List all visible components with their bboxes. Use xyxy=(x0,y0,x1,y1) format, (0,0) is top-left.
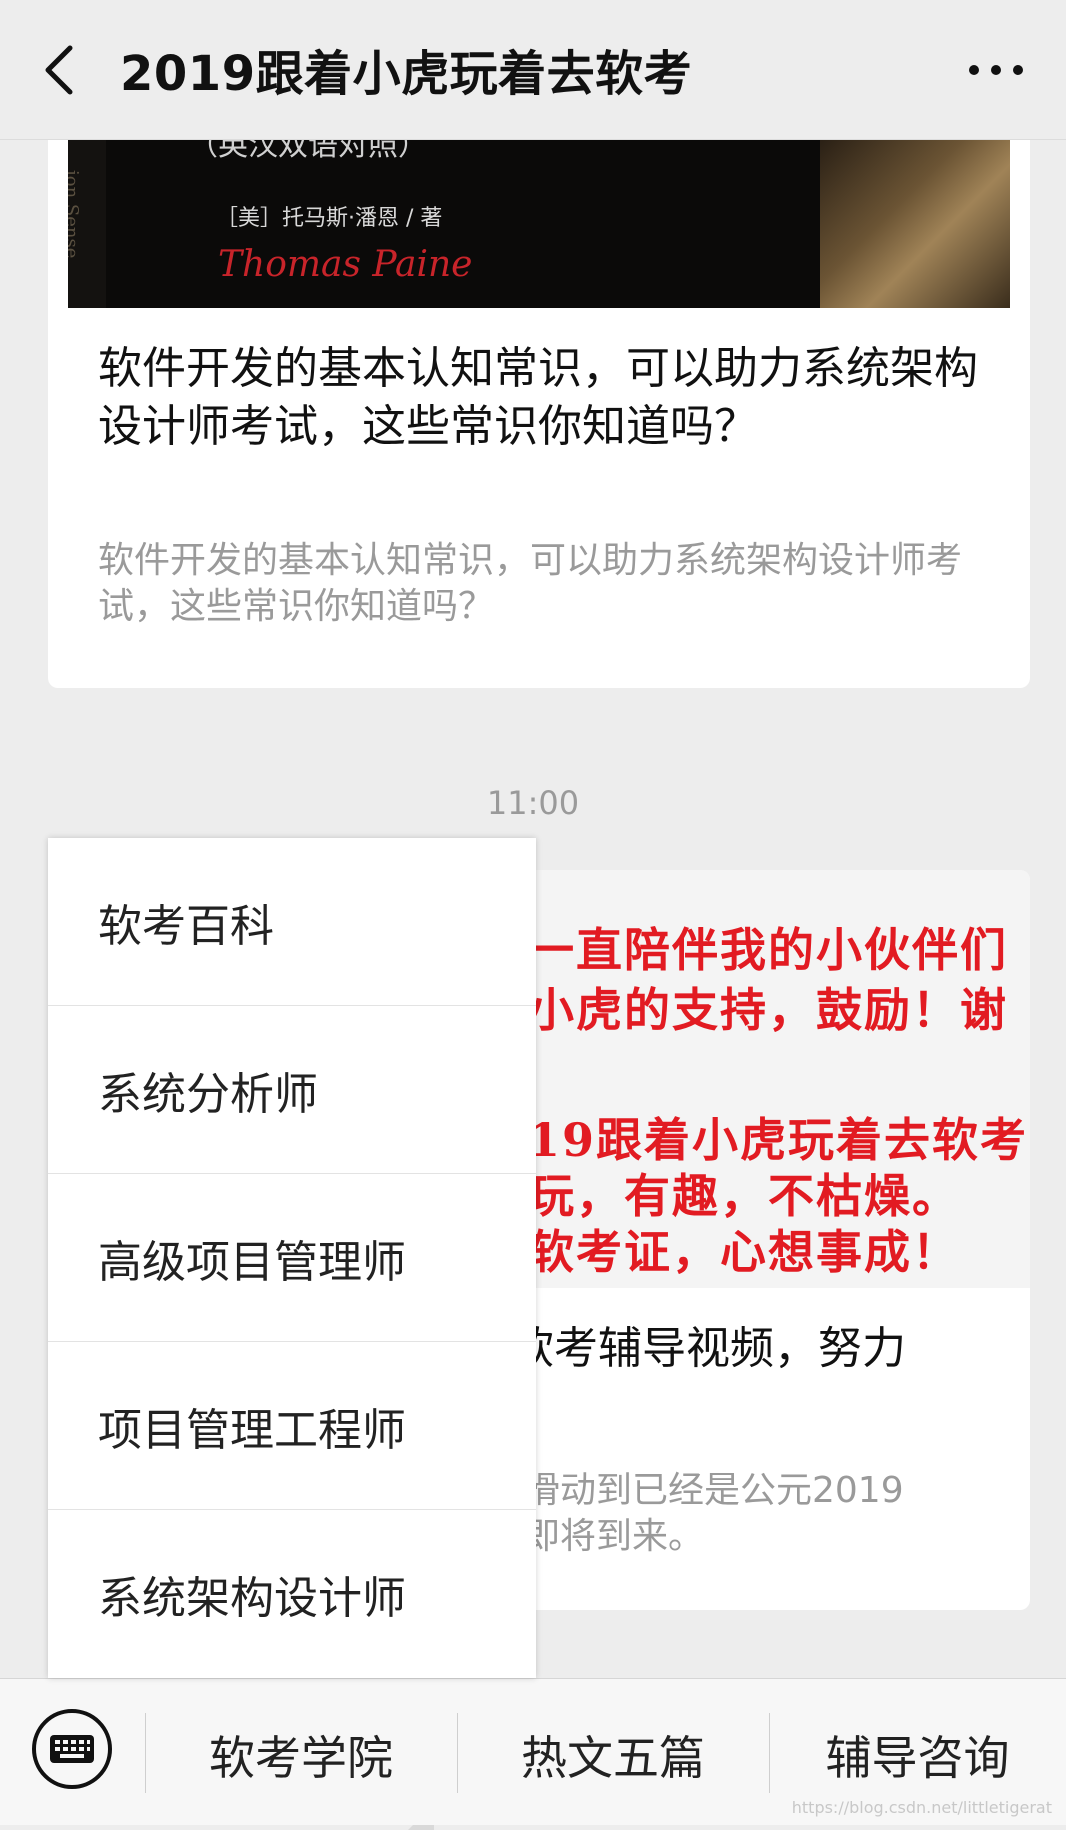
book-spine-text: ion Sense xyxy=(68,170,82,259)
more-horizontal-icon xyxy=(969,65,1023,75)
cover-text-line: 软考证，心想事成！ xyxy=(528,1225,960,1279)
submenu-item[interactable]: 项目管理工程师 xyxy=(48,1342,536,1510)
article-cover-image: ion Sense （英汉双语对照） ［美］托马斯·潘恩 / 著 Thomas … xyxy=(68,140,1010,308)
page-title: 2019跟着小虎玩着去软考 xyxy=(120,46,693,102)
back-button[interactable] xyxy=(40,40,80,100)
article-title: 软考辅导视频，努力 xyxy=(510,1323,906,1374)
submenu-popup: 软考百科 系统分析师 高级项目管理师 项目管理工程师 系统架构设计师 xyxy=(48,838,536,1678)
article-digest: 软件开发的基本认知常识，可以助力系统架构设计师考试，这些常识你知道吗？ xyxy=(98,540,963,627)
chevron-left-icon xyxy=(45,45,73,95)
message-timestamp: 11:00 xyxy=(486,784,580,822)
book-subtitle: （英汉双语对照） xyxy=(188,140,428,163)
statue-image xyxy=(820,140,1010,308)
article-card[interactable]: ion Sense （英汉双语对照） ［美］托马斯·潘恩 / 著 Thomas … xyxy=(48,140,1030,688)
bottom-menu-bar: 软考学院 热文五篇 辅导咨询 https://blog.csdn.net/lit… xyxy=(0,1678,1066,1825)
watermark: https://blog.csdn.net/littletigerat xyxy=(791,1798,1052,1817)
article-digest: 滑动到已经是公元2019 xyxy=(524,1470,904,1511)
menu-button[interactable]: 辅导咨询 xyxy=(769,1715,1066,1795)
submenu-item[interactable]: 高级项目管理师 xyxy=(48,1174,536,1342)
article-digest: 即将到来。 xyxy=(524,1516,705,1557)
navigation-bar: 2019跟着小虎玩着去软考 xyxy=(0,0,1066,140)
cover-text-line: 小虎的支持，鼓励！谢 xyxy=(528,983,1008,1037)
more-options-button[interactable] xyxy=(966,50,1026,90)
submenu-item[interactable]: 软考百科 xyxy=(48,838,536,1006)
book-author: ［美］托马斯·潘恩 / 著 xyxy=(216,206,443,231)
book-signature: Thomas Paine xyxy=(218,244,473,285)
cover-text-line: 一直陪伴我的小伙伴们 xyxy=(528,923,1008,977)
menu-button[interactable]: 软考学院 xyxy=(145,1715,457,1795)
article-title: 软件开发的基本认知常识，可以助力系统架构设计师考试，这些常识你知道吗？ xyxy=(98,343,978,452)
submenu-item[interactable]: 系统分析师 xyxy=(48,1006,536,1174)
submenu-item[interactable]: 系统架构设计师 xyxy=(48,1510,536,1678)
keyboard-icon xyxy=(50,1735,94,1763)
menu-button[interactable]: 热文五篇 xyxy=(457,1715,769,1795)
keyboard-toggle-button[interactable] xyxy=(32,1709,112,1789)
